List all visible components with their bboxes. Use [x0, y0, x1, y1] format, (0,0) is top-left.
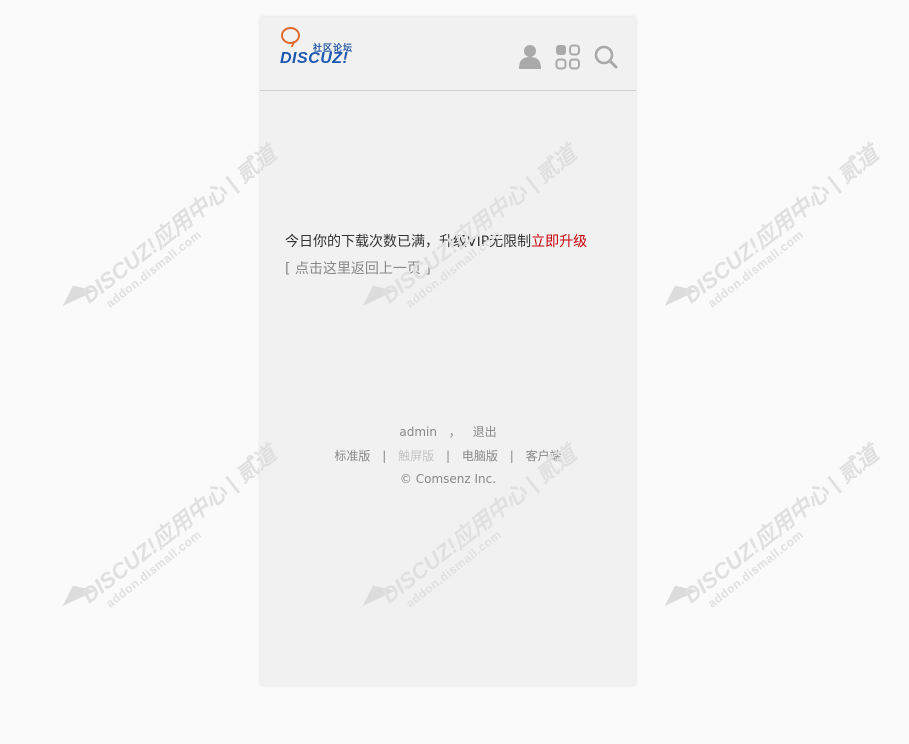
logo-brand: DISCUZ! [280, 50, 349, 67]
logout-link[interactable]: 退出 [473, 425, 497, 439]
grid-menu-icon[interactable] [555, 44, 580, 70]
pc-version-link[interactable]: 电脑版 [462, 449, 498, 463]
message-text: 今日你的下载次数已满，升级VIP无限制 [285, 234, 532, 250]
watermark-plane-icon [56, 578, 96, 606]
search-icon[interactable] [593, 44, 618, 70]
watermark: DISCUZ!应用中心 | 贰道 addon.dismall.com [76, 140, 281, 311]
username-link[interactable]: admin [399, 425, 437, 439]
header: 社区论坛 DISCUZ! [260, 17, 636, 91]
watermark-plane-icon [56, 278, 96, 306]
footer-version-links: 标准版 | 触屏版 | 电脑版 | 客户端 [260, 447, 636, 464]
link-separator: | [445, 449, 451, 463]
touch-version-current: 触屏版 [398, 449, 435, 463]
footer-user-line: admin ， 退出 [260, 423, 636, 440]
logo-bubble-tail [290, 41, 300, 47]
watermark: DISCUZ!应用中心 | 贰道 addon.dismall.com [678, 140, 883, 311]
watermark: DISCUZ!应用中心 | 贰道 addon.dismall.com [76, 440, 281, 611]
link-separator: | [382, 449, 387, 463]
link-separator: | [509, 449, 514, 463]
copyright: © Comsenz Inc. [399, 472, 497, 486]
client-link[interactable]: 客户端 [526, 449, 562, 463]
user-separator: ， [448, 425, 461, 439]
standard-version-link[interactable]: 标准版 [334, 449, 370, 463]
watermark-plane-icon [658, 278, 698, 306]
mobile-page: 社区论坛 DISCUZ! 今日你的下载次数已满，升级VIP无限制立即升级 [点… [260, 17, 636, 685]
site-logo[interactable]: 社区论坛 DISCUZ! [280, 27, 360, 69]
watermark-plane-icon [658, 578, 698, 606]
user-icon[interactable] [518, 44, 542, 70]
download-limit-message: 今日你的下载次数已满，升级VIP无限制立即升级 [285, 231, 587, 251]
upgrade-link[interactable]: 立即升级 [531, 234, 587, 250]
watermark: DISCUZ!应用中心 | 贰道 addon.dismall.com [678, 440, 883, 611]
back-link[interactable]: [ 点击这里返回上一页 ] [285, 258, 431, 278]
